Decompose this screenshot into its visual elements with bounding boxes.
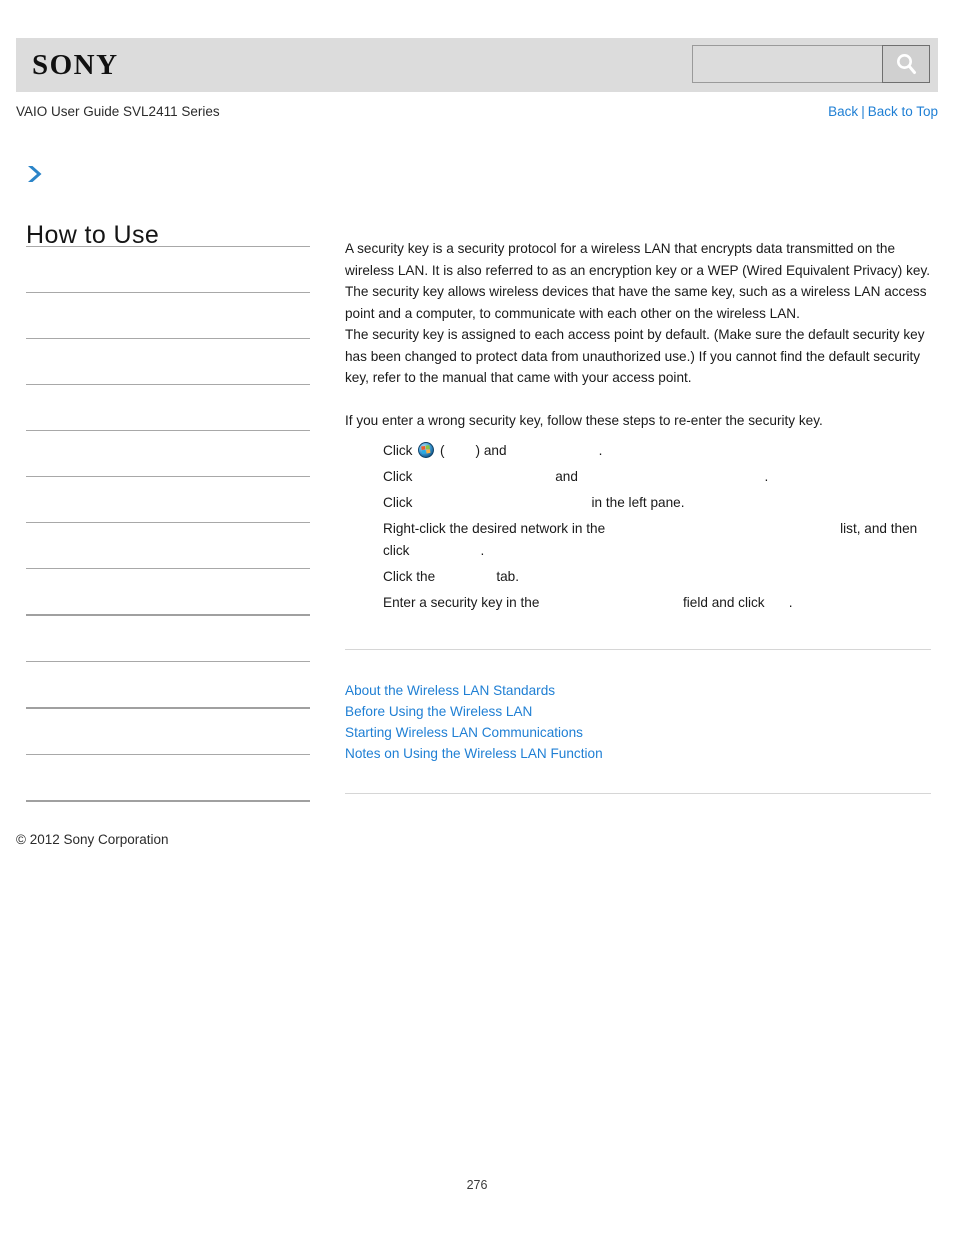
procedure-step: 5. Click the Security tab. (345, 566, 931, 588)
sidebar-item[interactable] (26, 568, 310, 614)
body-paragraph: The security key allows wireless devices… (345, 284, 927, 321)
ui-label: Control Panel (510, 443, 599, 458)
sidebar-item[interactable] (26, 384, 310, 430)
ui-label: Start (444, 443, 476, 458)
search-button[interactable] (882, 45, 930, 83)
related-topic-item: Before Using the Wireless LAN (345, 701, 931, 722)
related-topic-link[interactable]: About the Wireless LAN Standards (345, 680, 555, 701)
sidebar-item[interactable] (26, 476, 310, 522)
step-number: 5. (365, 568, 377, 584)
related-topic-item: About the Wireless LAN Standards (345, 680, 931, 701)
ui-label: Properties (413, 542, 481, 558)
steps-intro: If you enter a wrong security key, follo… (345, 412, 823, 428)
ui-label: Network and Internet (416, 469, 552, 484)
procedure-step: 1. Click (Start) and Control Panel. (345, 440, 931, 462)
related-topic-item: Notes on Using the Wireless LAN Function (345, 743, 931, 764)
sidebar-nav-list (26, 246, 310, 847)
document-page: SONY VAIO User Guide SVL2411 Series Back… (0, 0, 954, 1235)
sidebar-item[interactable] (26, 661, 310, 707)
content-divider-bottom (345, 793, 931, 794)
ui-label: Security (438, 568, 493, 584)
related-topic-link[interactable]: Starting Wireless LAN Communications (345, 722, 583, 743)
related-topics-list: About the Wireless LAN Standards Before U… (345, 680, 931, 764)
procedure-step: 2. Click Network and Internet and Network… (345, 466, 931, 488)
search-area (692, 45, 930, 83)
ui-label: Manage wireless networks (416, 495, 588, 510)
back-to-top-link[interactable]: Back to Top (868, 104, 938, 119)
sidebar-item[interactable] (26, 292, 310, 338)
windows-start-orb-icon (418, 442, 435, 458)
guide-title: VAIO User Guide SVL2411 Series (16, 104, 220, 119)
content-divider-top (345, 649, 931, 650)
step-number: 4. (365, 521, 377, 536)
ui-label: Manage wireless networks that use (608, 521, 837, 536)
sony-logo: SONY (32, 49, 119, 81)
header-nav: Back | Back to Top (828, 102, 938, 122)
procedure-step: 3. Click Manage wireless networks in the … (345, 492, 931, 514)
related-topic-link[interactable]: Before Using the Wireless LAN (345, 701, 532, 722)
step-number: 2. (365, 469, 377, 484)
step-number: 1. (365, 443, 377, 458)
page-number: 276 (466, 1178, 488, 1192)
procedure-step: 6. Enter a security key in the Network se… (345, 592, 931, 614)
step-number: 6. (365, 594, 377, 610)
main-content: A security key is a security protocol fo… (345, 238, 931, 794)
ui-label: OK (768, 594, 789, 610)
sidebar-item[interactable] (26, 338, 310, 384)
body-paragraph: A security key is a security protocol fo… (345, 241, 931, 278)
sidebar-item[interactable] (26, 614, 310, 661)
double-chevron-right-icon[interactable] (25, 163, 47, 185)
procedure-steps: 1. Click (Start) and Control Panel. 2. Clic… (345, 440, 931, 613)
sidebar-item[interactable] (26, 430, 310, 476)
back-link[interactable]: Back (828, 104, 858, 119)
procedure-step: 4. Right-click the desired network in the… (345, 518, 931, 561)
sidebar-item[interactable] (26, 522, 310, 568)
copyright-notice: © 2012 Sony Corporation (16, 832, 169, 847)
step-number: 3. (365, 495, 377, 510)
body-paragraph: The security key is assigned to each acc… (345, 327, 925, 385)
search-input[interactable] (692, 45, 882, 83)
breadcrumb: VAIO User Guide SVL2411 Series Back | Back… (16, 102, 938, 122)
site-header: SONY (16, 38, 938, 92)
ui-label: Network security key (543, 594, 680, 610)
nav-separator: | (861, 104, 865, 119)
related-topic-item: Starting Wireless LAN Communications (345, 722, 931, 743)
sidebar-item[interactable] (26, 707, 310, 754)
sidebar-item[interactable] (26, 246, 310, 292)
related-topic-link[interactable]: Notes on Using the Wireless LAN Function (345, 743, 603, 764)
sidebar-item[interactable] (26, 754, 310, 800)
search-icon (893, 51, 919, 77)
ui-label: Network and Sharing Center (581, 469, 765, 484)
